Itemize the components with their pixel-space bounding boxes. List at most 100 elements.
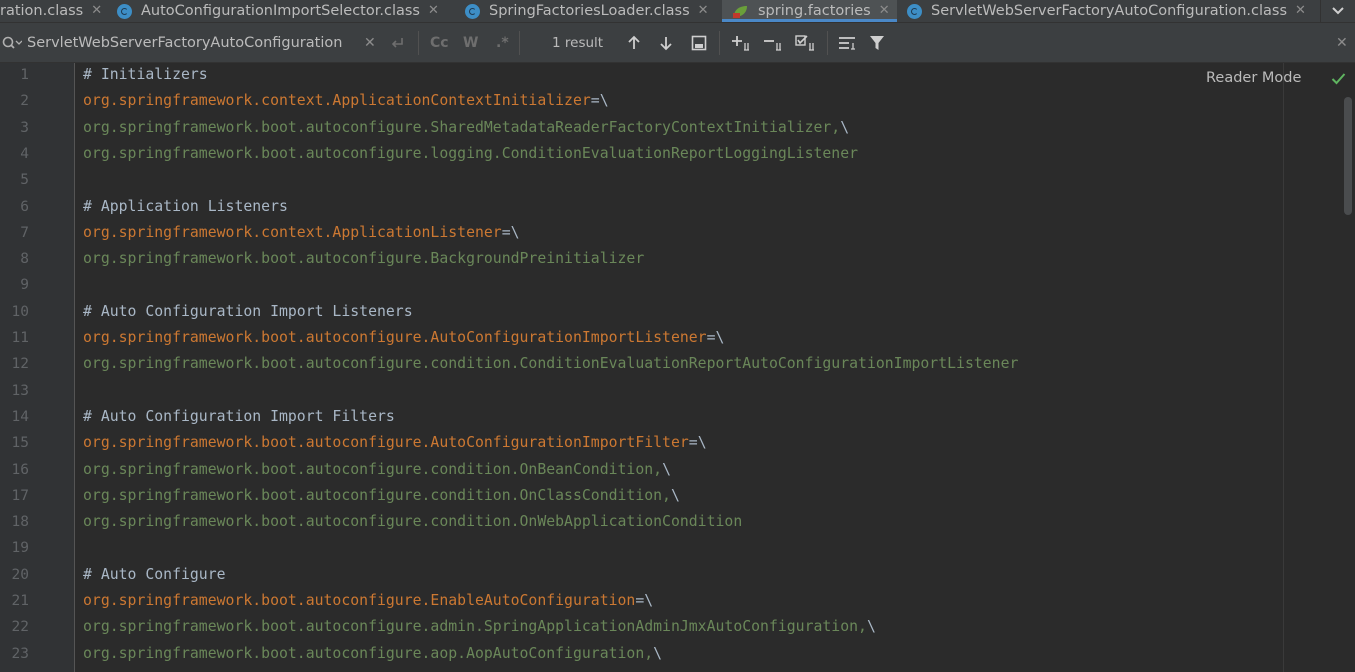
filter-icon [870, 35, 884, 50]
line-number: 3 [20, 119, 29, 136]
class-icon [117, 3, 132, 19]
code-line[interactable]: 2 org.springframework.context.Application… [0, 88, 1282, 114]
tab-configuration-class[interactable]: ration.class ✕ [0, 0, 110, 22]
next-occurrence-button[interactable] [658, 23, 674, 62]
code-line[interactable]: 4 org.springframework.boot.autoconfigure.… [0, 141, 1282, 167]
filter-options-button[interactable] [838, 23, 858, 62]
close-icon[interactable]: ✕ [698, 1, 709, 21]
line-content: org.springframework.context.ApplicationC… [83, 88, 609, 114]
property-key-token: org.springframework.boot.autoconfigure.A… [83, 329, 707, 346]
remove-occurrence-button[interactable] [763, 23, 785, 62]
close-icon[interactable]: ✕ [1295, 1, 1306, 21]
close-icon[interactable]: ✕ [91, 1, 102, 21]
line-number: 16 [11, 461, 29, 478]
code-line[interactable]: 16 org.springframework.boot.autoconfigure… [0, 457, 1282, 483]
code-line[interactable]: 20 # Auto Configure [0, 562, 1282, 588]
tab-spring-factories-loader[interactable]: SpringFactoriesLoader.class ✕ [465, 0, 717, 22]
arrow-up-icon [628, 35, 640, 49]
code-line[interactable]: 14 # Auto Configuration Import Filters [0, 404, 1282, 430]
tab-servlet-web-server-factory-auto-configuration[interactable]: ServletWebServerFactoryAutoConfiguration… [907, 0, 1317, 22]
toolbar-separator [719, 31, 720, 55]
line-content: org.springframework.boot.autoconfigure.S… [83, 115, 849, 141]
result-count: 1 result [552, 34, 604, 51]
tab-spring-factories[interactable]: spring.factories ✕ [722, 0, 897, 22]
property-value-token: org.springframework.boot.autoconfigure.l… [83, 144, 859, 162]
property-key-token: org.springframework.context.ApplicationC… [83, 92, 591, 110]
regex-toggle[interactable]: .* [496, 23, 509, 62]
line-content: org.springframework.boot.autoconfigure.l… [83, 141, 858, 167]
line-content: # Auto Configuration Import Listeners [83, 299, 413, 325]
line-number: 19 [11, 540, 29, 557]
close-find-bar-icon[interactable]: ✕ [1336, 23, 1348, 62]
code-line[interactable]: 7 org.springframework.context.Application… [0, 220, 1282, 246]
operator-token: =\ [706, 329, 725, 346]
search-history-icon[interactable] [2, 23, 22, 62]
close-icon[interactable]: ✕ [879, 1, 890, 21]
code-line[interactable]: 23 org.springframework.boot.autoconfigure… [0, 641, 1282, 667]
line-content: # Auto Configure [83, 562, 226, 588]
property-value-token: org.springframework.boot.autoconfigure.S… [83, 118, 841, 136]
line-number: 10 [11, 303, 29, 320]
close-icon[interactable]: ✕ [428, 1, 439, 21]
line-number: 5 [20, 172, 29, 189]
window-icon [691, 35, 707, 50]
code-line[interactable]: 10 # Auto Configuration Import Listeners [0, 299, 1282, 325]
code-line[interactable]: 18 org.springframework.boot.autoconfigure… [0, 509, 1282, 535]
code-line[interactable]: 9 [0, 272, 1282, 298]
code-line[interactable]: 21 org.springframework.boot.autoconfigure… [0, 588, 1282, 614]
line-number: 11 [11, 330, 29, 346]
line-content: # Initializers [83, 62, 208, 88]
filter-search-results-button[interactable] [869, 23, 885, 62]
words-toggle[interactable]: W [463, 23, 478, 62]
line-content: # Application Listeners [83, 194, 288, 220]
line-number: 23 [11, 645, 29, 662]
open-in-window-button[interactable] [691, 23, 707, 62]
tab-label: ServletWebServerFactoryAutoConfiguration… [931, 3, 1288, 19]
line-content: org.springframework.boot.autoconfigure.A… [83, 430, 707, 456]
code-line[interactable]: 6 # Application Listeners [0, 194, 1282, 220]
property-value-token: org.springframework.boot.autoconfigure.c… [83, 355, 1019, 373]
previous-occurrence-button[interactable] [626, 23, 642, 62]
line-number: 12 [11, 356, 29, 373]
code-line[interactable]: 5 [0, 167, 1282, 193]
add-occurrence-button[interactable] [731, 23, 753, 62]
operator-token: =\ [501, 223, 520, 241]
tab-list-dropdown[interactable] [1320, 0, 1355, 22]
code-line[interactable]: 12 org.springframework.boot.autoconfigure… [0, 351, 1282, 377]
line-number: 7 [20, 224, 29, 241]
line-number: 4 [20, 145, 29, 162]
spring-leaf-icon [732, 4, 749, 19]
line-content: org.springframework.boot.autoconfigure.c… [83, 457, 671, 483]
clear-search-icon[interactable]: ✕ [364, 23, 376, 62]
match-case-toggle[interactable]: Cc [430, 23, 449, 62]
vertical-scrollbar-thumb[interactable] [1344, 97, 1352, 215]
select-all-occurrences-button[interactable] [795, 23, 817, 62]
code-line[interactable]: 13 [0, 378, 1282, 404]
line-number: 20 [11, 566, 29, 583]
line-number: 8 [20, 251, 29, 268]
inspections-ok-icon[interactable] [1331, 72, 1346, 85]
align-lines-icon [839, 36, 855, 50]
class-icon [907, 3, 922, 19]
property-value-token: org.springframework.boot.autoconfigure.a… [83, 618, 867, 636]
add-selection-icon [732, 35, 749, 51]
code-line[interactable]: 17 org.springframework.boot.autoconfigure… [0, 483, 1282, 509]
code-line[interactable]: 15 org.springframework.boot.autoconfigure… [0, 430, 1282, 456]
comment-token: # Auto Configuration Import Listeners [83, 302, 413, 320]
new-line-icon[interactable] [389, 23, 405, 62]
line-number: 22 [11, 619, 29, 636]
line-content: org.springframework.boot.autoconfigure.E… [83, 588, 653, 614]
code-line[interactable]: 11 org.springframework.boot.autoconfigure… [0, 325, 1282, 351]
line-content: org.springframework.boot.autoconfigure.c… [83, 509, 742, 535]
code-line[interactable]: 8 org.springframework.boot.autoconfigure.… [0, 246, 1282, 272]
line-number: 13 [11, 382, 29, 399]
tab-auto-configuration-import-selector[interactable]: AutoConfigurationImportSelector.class ✕ [117, 0, 457, 22]
code-line[interactable]: 3 org.springframework.boot.autoconfigure.… [0, 115, 1282, 141]
code-line[interactable]: 19 [0, 535, 1282, 561]
property-key-token: org.springframework.boot.autoconfigure.E… [83, 592, 636, 609]
code-line[interactable]: 22 org.springframework.boot.autoconfigure… [0, 614, 1282, 640]
reader-mode-button[interactable]: Reader Mode [1206, 70, 1301, 86]
code-line[interactable]: 1 # Initializers [0, 62, 1282, 88]
search-input[interactable]: ServletWebServerFactoryAutoConfiguration [27, 23, 357, 62]
toolbar-separator [519, 31, 520, 55]
